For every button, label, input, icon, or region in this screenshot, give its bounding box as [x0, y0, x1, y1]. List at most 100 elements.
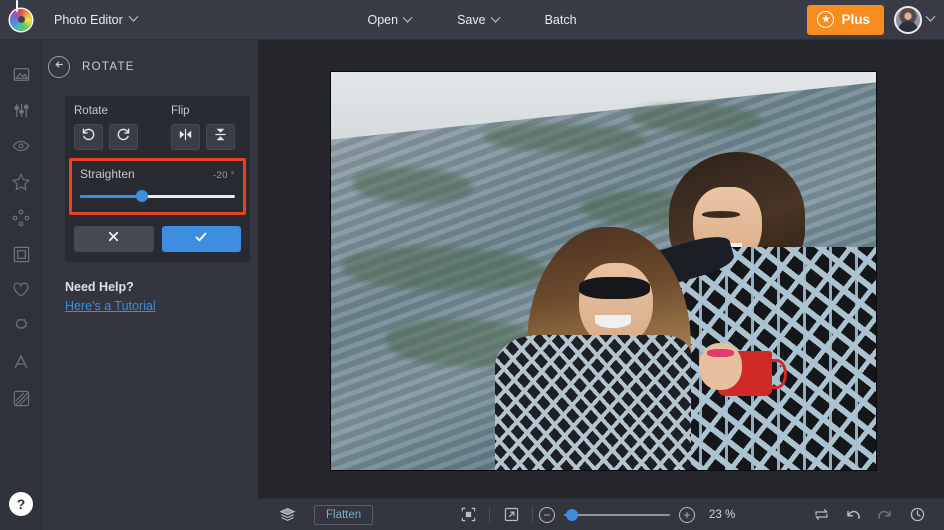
star-badge-icon: ★ — [817, 11, 835, 28]
batch-label: Batch — [544, 13, 577, 27]
flip-horizontal-icon — [178, 127, 193, 147]
sidebar-item-badge-icon[interactable] — [0, 308, 42, 344]
flatten-label: Flatten — [326, 508, 362, 521]
person-left-smile — [595, 314, 631, 328]
page-title: ROTATE — [82, 61, 135, 73]
sidebar-item-nodes-icon[interactable] — [0, 200, 42, 236]
texture-icon — [12, 389, 31, 408]
rotate-flip-row: Rotate Flip — [65, 105, 250, 150]
flip-group: Flip — [171, 105, 235, 150]
back-button[interactable] — [48, 56, 70, 78]
account-menu[interactable] — [894, 5, 936, 34]
flatten-button[interactable]: Flatten — [314, 504, 374, 525]
chevron-down-icon — [128, 11, 139, 22]
flip-group-label: Flip — [171, 105, 190, 117]
tool-rail: ? — [0, 40, 42, 530]
letter-a-icon — [11, 352, 31, 372]
panel-header: ROTATE — [42, 40, 258, 78]
chevron-down-icon — [925, 11, 936, 22]
history-clock-icon[interactable] — [902, 502, 932, 528]
top-bar: Photo Editor Open Save Batch ★ Plus — [0, 0, 944, 40]
flip-vertical-button[interactable] — [206, 124, 235, 150]
sidebar-item-texture-icon[interactable] — [0, 380, 42, 416]
photo-image[interactable] — [331, 72, 876, 470]
frame-icon — [12, 245, 31, 264]
zoom-percent-label: 23 % — [709, 508, 736, 521]
bottom-bar: Flatten − + 23 % — [258, 498, 944, 530]
plus-label: Plus — [841, 12, 870, 27]
sliders-icon — [12, 101, 31, 120]
help-button[interactable]: ? — [9, 492, 33, 516]
save-menu-button[interactable]: Save — [446, 7, 510, 33]
befunky-color-wheel-logo-icon — [10, 0, 32, 31]
sidebar-item-text-icon[interactable] — [0, 344, 42, 380]
tutorial-link[interactable]: Here's a Tutorial — [65, 299, 156, 313]
open-label: Open — [367, 13, 399, 27]
sidebar-item-heart-icon[interactable] — [0, 272, 42, 308]
sidebar-item-photo-icon[interactable] — [0, 56, 42, 92]
arrow-left-circle-icon — [53, 58, 66, 76]
fit-to-screen-icon[interactable] — [453, 502, 483, 528]
undo-arrow-icon[interactable] — [838, 502, 868, 528]
person-left-sunglasses — [578, 276, 650, 300]
help-block: Need Help? Here's a Tutorial — [65, 280, 258, 315]
divider — [532, 506, 533, 523]
apply-button[interactable] — [161, 226, 241, 252]
expand-arrow-icon[interactable] — [496, 502, 526, 528]
cancel-button[interactable] — [74, 226, 154, 252]
rotate-left-button[interactable] — [74, 124, 103, 150]
chevron-down-icon — [402, 12, 413, 23]
canvas-area[interactable] — [258, 40, 944, 498]
bottom-left-group: Flatten — [258, 502, 374, 528]
rotate-tool-panel: ROTATE Rotate Flip Straighten -20 ° Need… — [42, 40, 258, 530]
straighten-label: Straighten — [80, 167, 135, 181]
close-icon — [106, 229, 121, 249]
flip-vertical-icon — [213, 127, 228, 147]
star-icon — [11, 172, 31, 192]
person-right-eye — [701, 211, 740, 218]
flip-horizontal-button[interactable] — [171, 124, 200, 150]
straighten-highlight: Straighten -20 ° — [69, 158, 246, 215]
zoom-in-button[interactable]: + — [679, 506, 695, 523]
sidebar-item-frame-icon[interactable] — [0, 236, 42, 272]
straighten-value: -20 ° — [212, 170, 235, 181]
eye-icon — [11, 136, 31, 156]
zoom-slider-track — [564, 513, 670, 516]
compare-swap-icon[interactable] — [806, 502, 836, 528]
app-title-label: Photo Editor — [54, 12, 123, 27]
confirm-row — [65, 215, 250, 262]
heart-icon — [11, 280, 31, 300]
redo-arrow-icon[interactable] — [870, 502, 900, 528]
rotate-group: Rotate — [74, 105, 138, 150]
rotate-tool-card: Rotate Flip Straighten -20 ° — [65, 96, 250, 262]
zoom-slider[interactable] — [564, 508, 670, 521]
straighten-slider-knob[interactable] — [136, 190, 148, 202]
nails — [707, 348, 735, 357]
photo-editor-app: Photo Editor Open Save Batch ★ Plus ? RO… — [0, 0, 944, 530]
zoom-out-button[interactable]: − — [539, 506, 555, 523]
rotate-right-button[interactable] — [109, 124, 138, 150]
layers-icon[interactable] — [272, 502, 302, 528]
batch-button[interactable]: Batch — [534, 7, 588, 33]
photo-icon — [12, 65, 31, 84]
plus-upgrade-button[interactable]: ★ Plus — [807, 4, 884, 35]
person-left-body — [494, 334, 691, 470]
top-right-group: ★ Plus — [807, 4, 944, 35]
badge-icon — [11, 316, 31, 336]
open-menu-button[interactable]: Open — [356, 7, 422, 33]
app-title-dropdown[interactable]: Photo Editor — [44, 7, 147, 33]
avatar — [894, 5, 922, 34]
rotate-clockwise-icon — [116, 127, 131, 147]
bottom-right-group — [806, 502, 944, 528]
sidebar-item-star-icon[interactable] — [0, 164, 42, 200]
divider — [489, 506, 490, 523]
sidebar-item-eye-icon[interactable] — [0, 128, 42, 164]
app-logo[interactable] — [0, 0, 42, 40]
straighten-slider[interactable] — [80, 190, 235, 202]
check-icon — [193, 229, 209, 250]
chevron-down-icon — [490, 12, 501, 23]
straighten-slider-fill — [80, 194, 142, 198]
rotate-group-label: Rotate — [74, 105, 108, 117]
zoom-slider-knob[interactable] — [566, 508, 579, 521]
sidebar-item-sliders-icon[interactable] — [0, 92, 42, 128]
